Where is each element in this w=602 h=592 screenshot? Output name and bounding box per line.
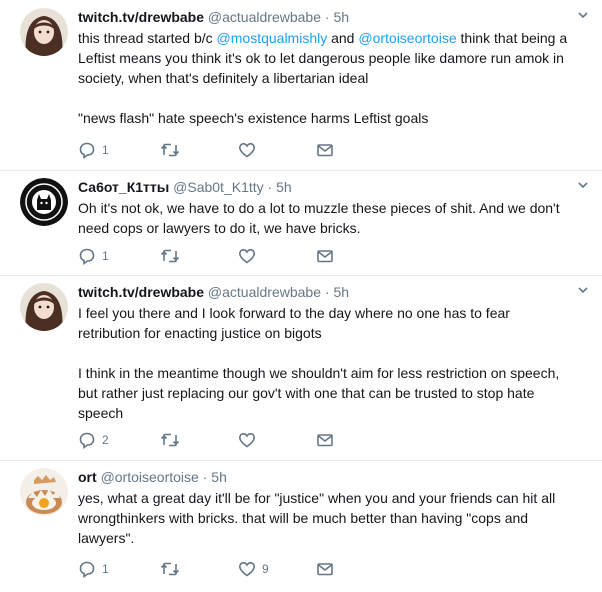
text-segment: this thread started b/c — [78, 30, 217, 46]
tweet-header: twitch.tv/drewbabe @actualdrewbabe · 5h — [78, 283, 572, 301]
like-button[interactable] — [238, 246, 262, 266]
avatar[interactable] — [20, 8, 68, 56]
heart-icon — [238, 561, 256, 577]
retweet-icon — [160, 249, 180, 263]
text-segment: retribution for enacting justice on bigo… — [78, 325, 322, 341]
reply-icon — [79, 142, 95, 159]
reply-button[interactable]: 2 — [78, 430, 109, 450]
display-name[interactable]: Са6от_К1ттьı — [78, 179, 169, 195]
retweet-icon — [160, 143, 180, 157]
chevron-down-icon[interactable] — [576, 8, 590, 22]
tweet-text: this thread started b/c @mostqualmishly … — [78, 28, 572, 128]
retweet-button[interactable] — [160, 559, 186, 579]
retweet-button[interactable] — [160, 430, 186, 450]
tweet-text: Oh it's not ok, we have to do a lot to m… — [78, 198, 572, 238]
heart-icon — [238, 248, 256, 264]
username[interactable]: @Sab0t_K1tty — [173, 179, 264, 195]
tweet[interactable]: twitch.tv/drewbabe @actualdrewbabe · 5h … — [0, 0, 602, 171]
like-count: 9 — [262, 562, 269, 576]
tweet[interactable]: twitch.tv/drewbabe @actualdrewbabe · 5h … — [0, 275, 602, 461]
chevron-down-icon[interactable] — [576, 178, 590, 192]
avatar[interactable] — [20, 468, 68, 516]
text-segment: Oh it's not ok, we have to do a lot to m… — [78, 200, 560, 216]
tweet[interactable]: Са6от_К1ттьı @Sab0t_K1tty · 5h Oh it's n… — [0, 170, 602, 276]
timestamp[interactable]: 5h — [333, 284, 349, 300]
text-segment: yes, what a great day it'll be for "just… — [78, 490, 556, 506]
username[interactable]: @ortoiseortoise — [101, 469, 199, 485]
tweet-text: I feel you there and I look forward to t… — [78, 303, 572, 423]
reply-icon — [79, 248, 95, 265]
display-name[interactable]: ort — [78, 469, 97, 485]
separator-dot: · — [324, 284, 330, 300]
heart-icon — [238, 142, 256, 158]
reply-count: 2 — [102, 433, 109, 447]
text-segment: need cops or lawyers to do it, we have b… — [78, 220, 361, 236]
envelope-icon — [317, 250, 333, 263]
chevron-down-icon[interactable] — [576, 283, 590, 297]
mention-link[interactable]: @mostqualmishly — [217, 30, 328, 46]
text-segment: and — [327, 30, 359, 46]
like-button[interactable] — [238, 140, 262, 160]
text-segment: but rather just replacing our gov't with… — [78, 385, 535, 401]
text-segment: think that being a — [456, 30, 568, 46]
reply-count: 1 — [102, 249, 109, 263]
reply-count: 1 — [102, 143, 109, 157]
avatar[interactable] — [20, 178, 68, 226]
separator-dot: · — [202, 469, 208, 485]
retweet-button[interactable] — [160, 246, 186, 266]
reply-count: 1 — [102, 562, 109, 576]
reply-button[interactable]: 1 — [78, 140, 109, 160]
like-button[interactable] — [238, 430, 262, 450]
separator-dot: · — [324, 9, 330, 25]
tweet-header: twitch.tv/drewbabe @actualdrewbabe · 5h — [78, 8, 572, 26]
display-name[interactable]: twitch.tv/drewbabe — [78, 9, 204, 25]
text-segment: speech — [78, 405, 124, 421]
envelope-icon — [317, 434, 333, 447]
tweet-header: ort @ortoiseortoise · 5h — [78, 468, 572, 486]
heart-icon — [238, 432, 256, 448]
username[interactable]: @actualdrewbabe — [208, 284, 321, 300]
timestamp[interactable]: 5h — [276, 179, 292, 195]
reply-button[interactable]: 1 — [78, 559, 109, 579]
like-button[interactable]: 9 — [238, 559, 269, 579]
text-segment: I think in the meantime though we should… — [78, 365, 560, 381]
text-segment: Leftist means you think it's ok to let d… — [78, 50, 564, 66]
username[interactable]: @actualdrewbabe — [208, 9, 321, 25]
avatar[interactable] — [20, 283, 68, 331]
tweet[interactable]: ort @ortoiseortoise · 5h yes, what a gre… — [0, 460, 602, 592]
message-button[interactable] — [316, 559, 334, 579]
text-segment: "news flash" hate speech's existence har… — [78, 110, 429, 126]
reply-button[interactable]: 1 — [78, 246, 109, 266]
message-button[interactable] — [316, 430, 334, 450]
retweet-icon — [160, 562, 180, 576]
display-name[interactable]: twitch.tv/drewbabe — [78, 284, 204, 300]
separator-dot: · — [267, 179, 273, 195]
retweet-button[interactable] — [160, 140, 186, 160]
message-button[interactable] — [316, 246, 334, 266]
reply-icon — [79, 432, 95, 449]
timestamp[interactable]: 5h — [333, 9, 349, 25]
text-segment: wrongthinkers with bricks. that will be … — [78, 510, 529, 526]
tweet-header: Са6от_К1ттьı @Sab0t_K1tty · 5h — [78, 178, 572, 196]
text-segment: I feel you there and I look forward to t… — [78, 305, 510, 321]
timestamp[interactable]: 5h — [211, 469, 227, 485]
mention-link[interactable]: @ortoiseortoise — [358, 30, 456, 46]
reply-icon — [79, 561, 95, 578]
tweet-text: yes, what a great day it'll be for "just… — [78, 488, 572, 548]
message-button[interactable] — [316, 140, 334, 160]
envelope-icon — [317, 144, 333, 157]
tweet-timeline: twitch.tv/drewbabe @actualdrewbabe · 5h … — [0, 0, 602, 592]
text-segment: society, when that's definitely a libert… — [78, 70, 369, 86]
retweet-icon — [160, 433, 180, 447]
text-segment: lawyers". — [78, 530, 135, 546]
envelope-icon — [317, 563, 333, 576]
